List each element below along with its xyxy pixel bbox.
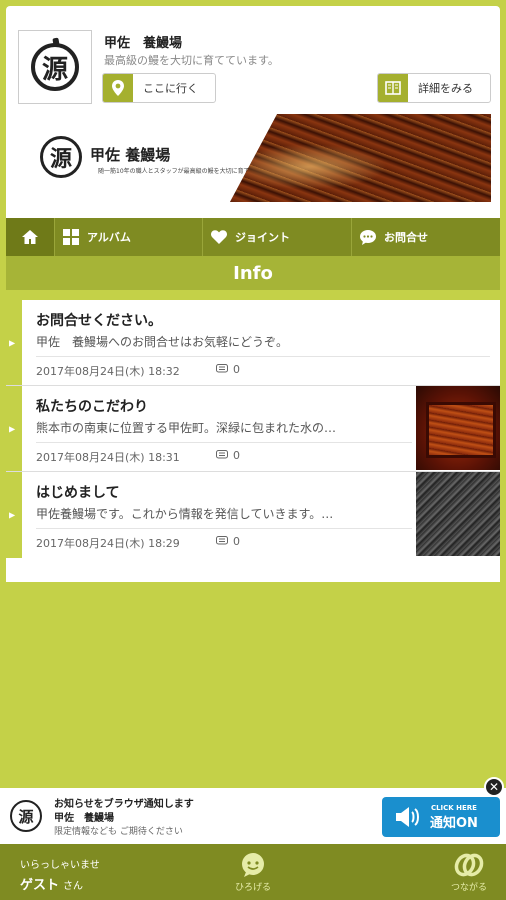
notice-shop-name: 甲佐 養鰻場 [54, 813, 114, 824]
post-thumbnail [416, 386, 500, 470]
comment-icon [216, 536, 228, 547]
close-icon[interactable]: ✕ [484, 777, 504, 797]
post-thumbnail [416, 472, 500, 556]
nav-joint-label: ジョイント [235, 231, 290, 244]
comment-count-value: 0 [233, 363, 240, 376]
logo-mark: 源 [31, 43, 79, 91]
comment-count-value: 0 [233, 535, 240, 548]
list-item[interactable]: ▶ 私たちのこだわり 熊本市の南東に位置する甲佐町。深緑に包まれた水の… 201… [6, 386, 500, 472]
divider [36, 442, 412, 443]
user-name-value: ゲスト [20, 878, 60, 893]
list-item[interactable]: ▶ お問合せください。 甲佐 養鰻場へのお問合せはお気軽にどうぞ。 2017年0… [6, 300, 500, 386]
heart-icon [211, 230, 227, 244]
shop-header: 源 甲佐 養鰻場 最高級の鰻を大切に育てています。 ここに行く 詳細をみる 源 … [6, 6, 500, 218]
speech-bubble-icon [240, 852, 266, 878]
shop-name: 甲佐 養鰻場 [104, 36, 183, 51]
comment-icon [216, 364, 228, 375]
list-item[interactable]: ▶ はじめまして 甲佐養鰻場です。これから情報を発信していきます。… 2017年… [6, 472, 500, 558]
unagi-photo [230, 114, 491, 202]
tsunagaru-label: つながる [450, 883, 487, 893]
go-here-button[interactable]: ここに行く [102, 73, 216, 103]
footer-bar: いらっしゃいませ ゲスト さん ひろげる つながる [0, 844, 506, 900]
post-title: お問合せください。 [36, 313, 162, 329]
grid-icon [63, 229, 79, 245]
item-marker: ▶ [6, 300, 22, 385]
comment-count: 0 [216, 535, 240, 548]
details-button[interactable]: 詳細をみる [377, 73, 491, 103]
comment-count-value: 0 [233, 449, 240, 462]
go-here-label: ここに行く [143, 82, 198, 95]
notify-on-button[interactable]: CLICK HERE 通知ON [382, 797, 500, 837]
notice-headline: お知らせをブラウザ通知します [54, 799, 194, 810]
post-list: ▶ お問合せください。 甲佐 養鰻場へのお問合せはお気軽にどうぞ。 2017年0… [6, 300, 500, 582]
speaker-icon [394, 806, 420, 828]
tsunagaru-button[interactable]: つながる [439, 852, 499, 893]
greeting: いらっしゃいませ [20, 860, 100, 871]
banner-shop-name: 甲佐 養鰻場 [90, 146, 171, 164]
notify-button-small: CLICK HERE [430, 803, 477, 812]
link-icon [454, 852, 484, 878]
map-pin-icon [103, 74, 133, 102]
details-label: 詳細をみる [418, 82, 473, 95]
section-title: Info [6, 256, 500, 290]
honorific: さん [63, 881, 84, 892]
chat-icon [360, 229, 376, 245]
post-body: 甲佐 養鰻場へのお問合せはお気軽にどうぞ。 [36, 335, 289, 349]
home-icon [21, 229, 39, 245]
main-nav: アルバム ジョイント お問合せ [6, 218, 500, 262]
hirogaru-label: ひろげる [234, 883, 271, 893]
nav-home[interactable] [6, 218, 55, 262]
nav-contact-label: お問合せ [384, 231, 428, 244]
post-title: はじめまして [36, 485, 120, 501]
comment-count: 0 [216, 363, 240, 376]
notice-subtext: 限定情報なども ご期待ください [54, 827, 183, 837]
nav-joint[interactable]: ジョイント [203, 218, 352, 256]
divider [36, 356, 490, 357]
shop-description: 最高級の鰻を大切に育てています。 [104, 54, 279, 67]
post-date: 2017年08月24日(木) 18:31 [36, 451, 180, 464]
shop-banner: 源 甲佐 養鰻場 随一筋10年の職人とスタッフが最高級の鰻を大切に育てています [18, 114, 491, 202]
item-marker: ▶ [6, 472, 22, 558]
post-title: 私たちのこだわり [36, 399, 148, 415]
nav-contact[interactable]: お問合せ [352, 218, 500, 256]
post-body: 甲佐養鰻場です。これから情報を発信していきます。… [36, 507, 334, 521]
notify-button-label: 通知ON [430, 815, 478, 831]
nav-album-label: アルバム [87, 231, 131, 244]
user-name: ゲスト さん [20, 874, 83, 893]
nav-album[interactable]: アルバム [55, 218, 203, 256]
banner-logo-mark: 源 [40, 136, 82, 178]
divider [36, 528, 412, 529]
post-date: 2017年08月24日(木) 18:29 [36, 537, 180, 550]
comment-count: 0 [216, 449, 240, 462]
shop-logo: 源 [18, 30, 92, 104]
post-date: 2017年08月24日(木) 18:32 [36, 365, 180, 378]
book-icon [378, 74, 408, 102]
item-marker: ▶ [6, 386, 22, 471]
comment-icon [216, 450, 228, 461]
post-body: 熊本市の南東に位置する甲佐町。深緑に包まれた水の… [36, 421, 337, 435]
hirogaru-button[interactable]: ひろげる [223, 852, 283, 893]
notice-logo: 源 [10, 800, 42, 832]
